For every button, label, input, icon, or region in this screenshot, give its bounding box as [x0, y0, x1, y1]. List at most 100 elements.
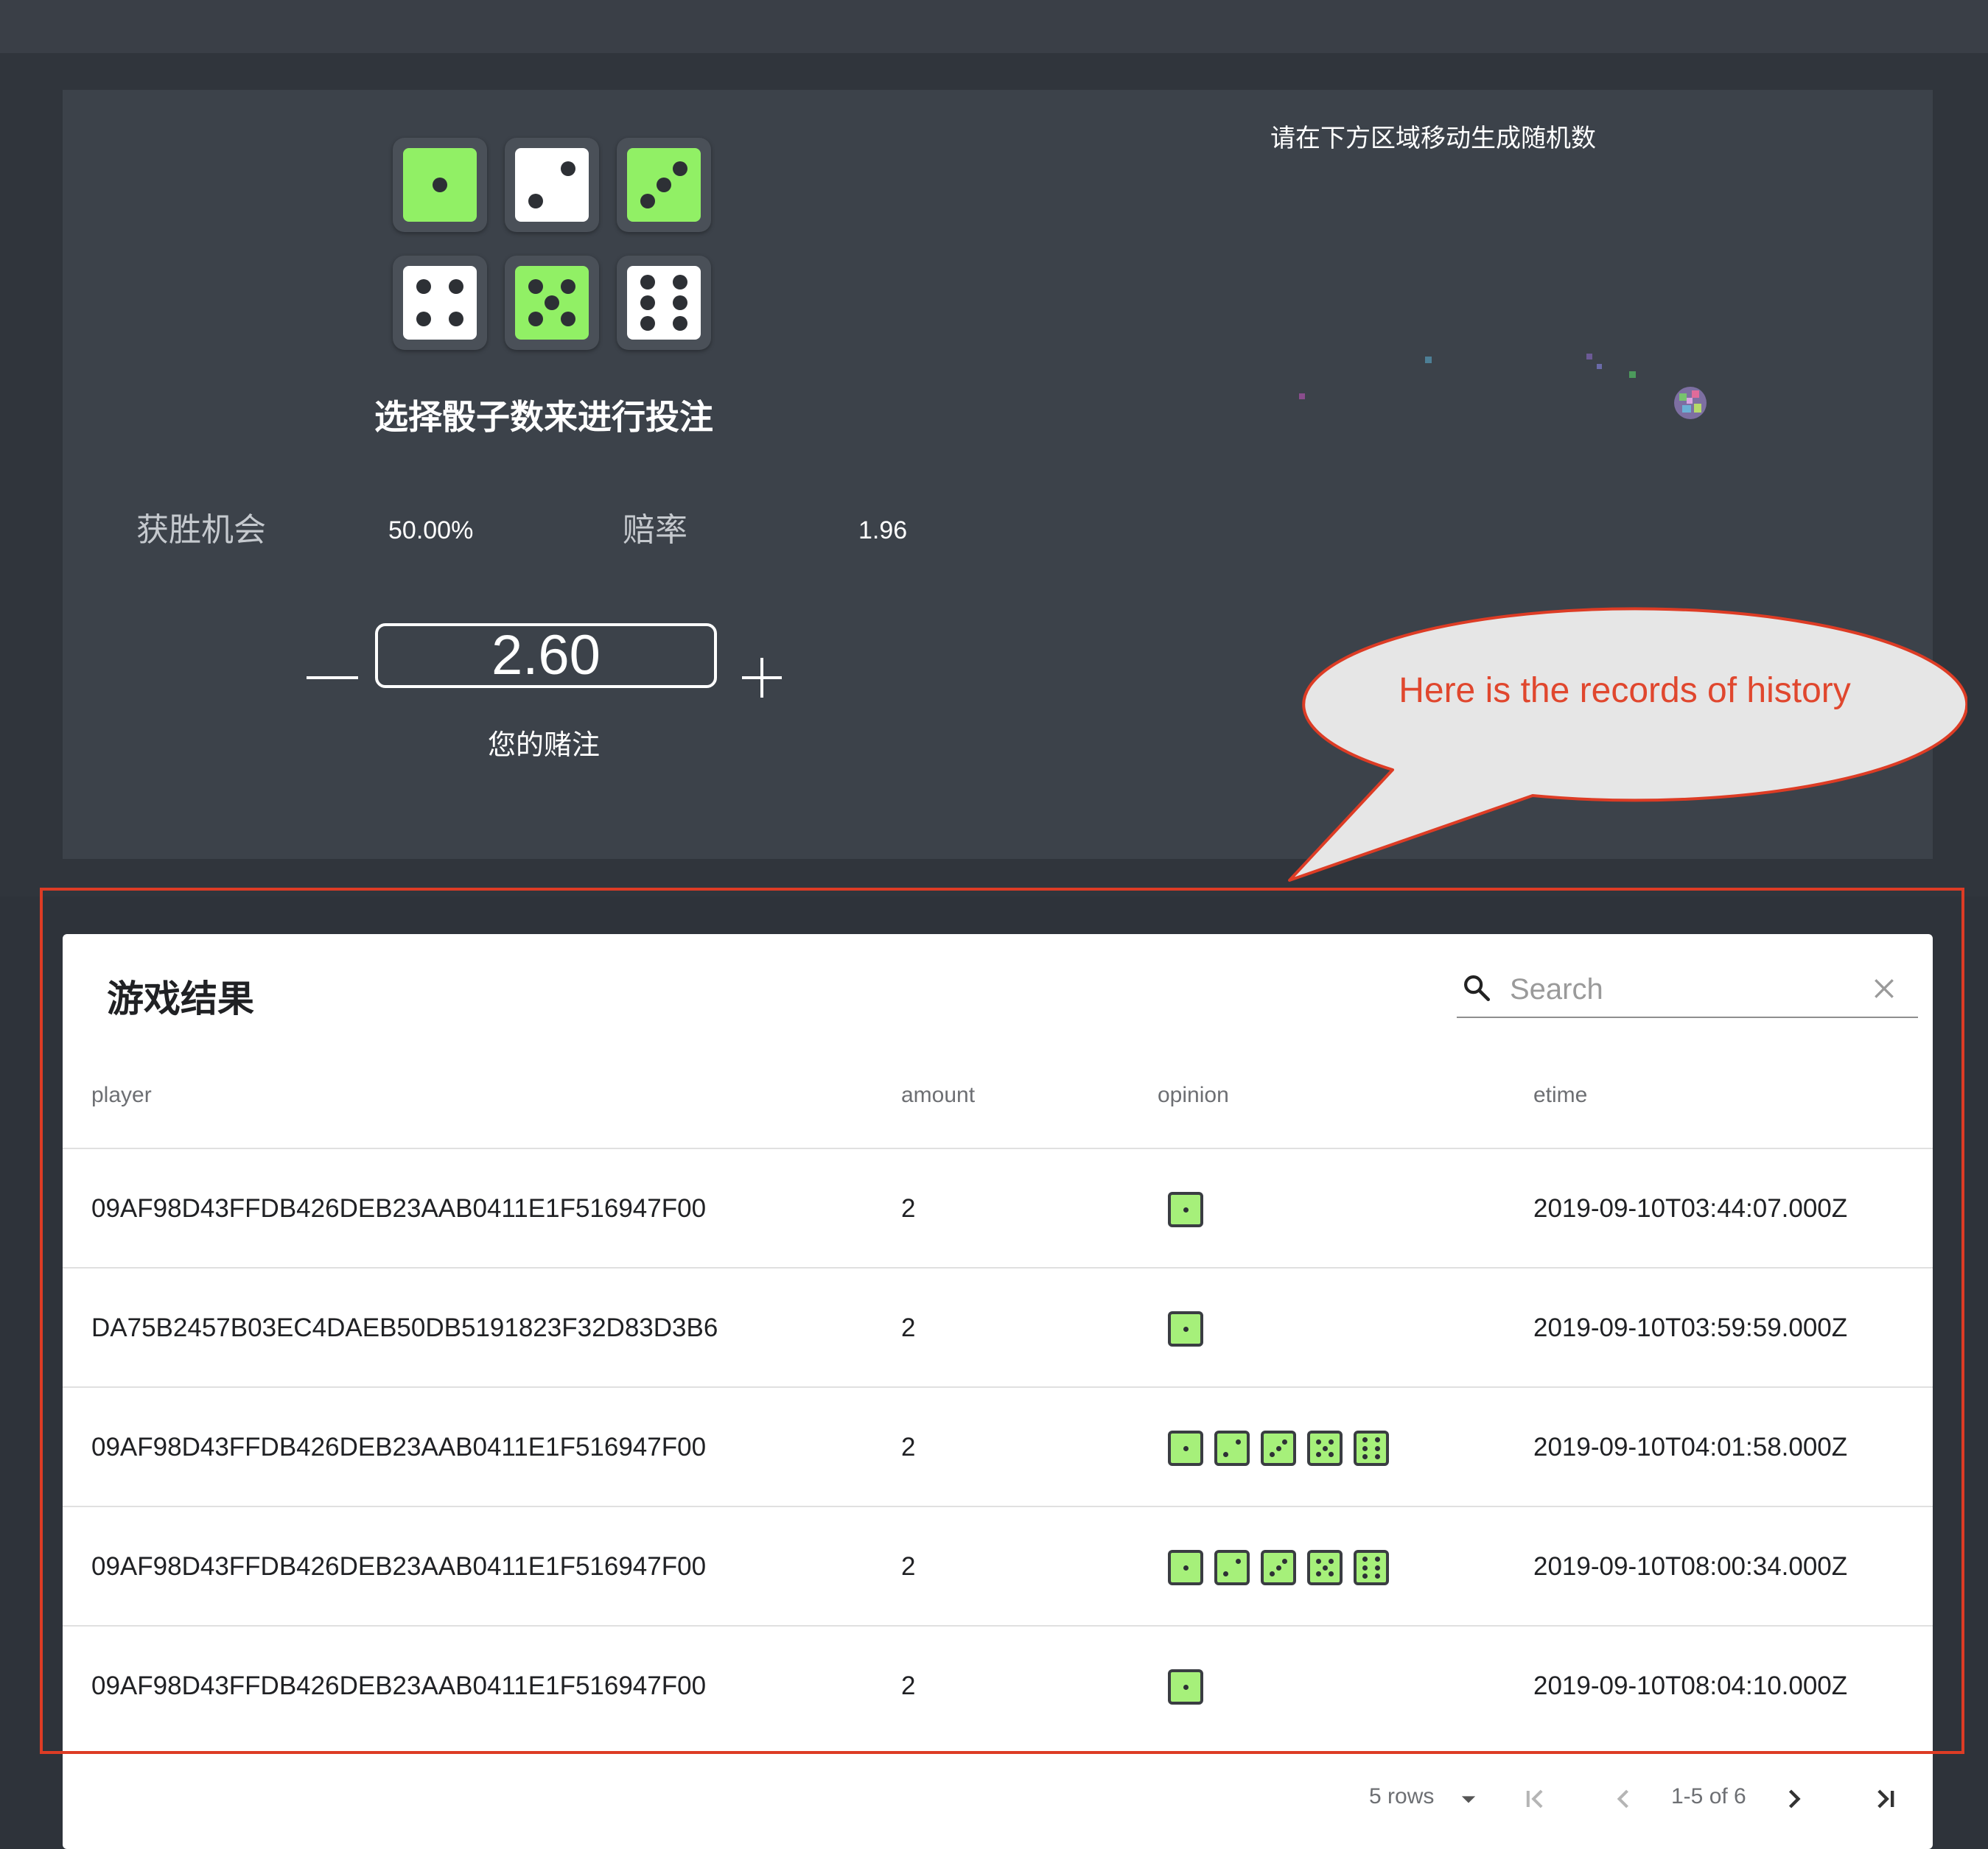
die-pip — [528, 194, 543, 208]
odds-value: 1.96 — [858, 516, 908, 544]
particle — [1425, 357, 1432, 363]
die-face-3-icon — [1261, 1550, 1296, 1585]
game-title: 选择骰子数来进行投注 — [374, 397, 713, 437]
die-pip — [1329, 1571, 1334, 1577]
search-icon[interactable] — [1461, 972, 1492, 1003]
die-pip — [1362, 1573, 1368, 1579]
die-option-5[interactable] — [505, 256, 599, 350]
die-pip — [673, 295, 687, 310]
bet-caption: 您的赌注 — [487, 729, 600, 761]
die-pip — [1362, 1445, 1368, 1451]
search-bar — [1457, 961, 1918, 1018]
die-pip — [673, 316, 687, 331]
die-pip — [1362, 1565, 1368, 1571]
rows-per-page-select[interactable]: 5 rows — [1369, 1784, 1434, 1809]
die-pip — [416, 279, 431, 294]
bet-increase-button[interactable] — [733, 647, 792, 706]
dropdown-arrow-icon[interactable] — [1452, 1783, 1485, 1815]
player-cell: 09AF98D43FFDB426DEB23AAB0411E1F516947F00 — [91, 1194, 707, 1223]
die-pip — [1362, 1437, 1368, 1443]
entropy-cursor — [1674, 387, 1707, 419]
die-pip — [1275, 1565, 1281, 1571]
first-page-icon[interactable] — [1519, 1783, 1551, 1815]
table-row[interactable]: 09AF98D43FFDB426DEB23AAB0411E1F516947F00… — [63, 1506, 1933, 1627]
die-pip — [561, 279, 575, 294]
results-card: 游戏结果 player amount opinion etime 09AF98D… — [63, 934, 1933, 1849]
search-input[interactable] — [1508, 966, 1850, 1012]
die-pip — [1329, 1558, 1334, 1564]
die-face-1-icon — [1168, 1192, 1203, 1227]
column-header-etime[interactable]: etime — [1533, 1083, 1587, 1108]
die-face-1-icon — [1168, 1311, 1203, 1347]
table-row[interactable]: 09AF98D43FFDB426DEB23AAB0411E1F516947F00… — [63, 1148, 1933, 1269]
die-option-4[interactable] — [393, 256, 487, 350]
die-pip — [673, 161, 687, 176]
die-pip — [657, 178, 671, 192]
die-pip — [416, 312, 431, 326]
die-pip — [1322, 1565, 1328, 1571]
die-pip — [545, 295, 559, 310]
page-range: 1-5 of 6 — [1671, 1784, 1746, 1808]
die-option-3[interactable] — [617, 138, 711, 232]
die-pip — [1183, 1445, 1189, 1451]
last-page-icon[interactable] — [1869, 1783, 1902, 1815]
die-face-1-icon — [1168, 1550, 1203, 1585]
pagination: 5 rows 1-5 of 6 — [63, 1753, 1933, 1849]
die-pip — [449, 279, 463, 294]
die-pip — [1275, 1445, 1281, 1451]
die-pip — [1375, 1573, 1381, 1579]
die-pip — [1375, 1565, 1381, 1571]
column-header-amount[interactable]: amount — [901, 1083, 975, 1108]
column-header-player[interactable]: player — [91, 1083, 152, 1108]
etime-cell: 2019-09-10T08:00:34.000Z — [1533, 1552, 1848, 1581]
table-row[interactable]: 09AF98D43FFDB426DEB23AAB0411E1F516947F00… — [63, 1625, 1933, 1746]
die-option-6[interactable] — [617, 256, 711, 350]
next-page-icon[interactable] — [1778, 1783, 1810, 1815]
die-pip — [640, 295, 655, 310]
die-pip — [1329, 1439, 1334, 1445]
die-option-1[interactable] — [393, 138, 487, 232]
player-cell: 09AF98D43FFDB426DEB23AAB0411E1F516947F00 — [91, 1433, 707, 1462]
table-row[interactable]: DA75B2457B03EC4DAEB50DB5191823F32D83D3B6… — [63, 1267, 1933, 1388]
die-option-2[interactable] — [505, 138, 599, 232]
die-pip — [1375, 1445, 1381, 1451]
amount-cell: 2 — [901, 1194, 916, 1223]
die-pip — [640, 275, 655, 290]
die-pip — [673, 275, 687, 290]
die-face-5-icon — [1307, 1431, 1343, 1466]
particle — [1629, 371, 1636, 378]
die-pip — [449, 312, 463, 326]
die-pip — [1222, 1571, 1228, 1577]
particle — [1586, 354, 1592, 359]
etime-cell: 2019-09-10T04:01:58.000Z — [1533, 1433, 1848, 1462]
die-face-1-icon — [1168, 1669, 1203, 1705]
die-pip — [561, 312, 575, 326]
die-pip — [1183, 1326, 1189, 1332]
clear-search-icon[interactable] — [1869, 974, 1899, 1003]
bet-amount-input[interactable]: 2.60 — [375, 623, 717, 688]
rng-hint: 请在下方区域移动生成随机数 — [1270, 124, 1596, 153]
die-face-6-icon — [627, 266, 701, 340]
bet-decrease-button[interactable] — [304, 648, 363, 707]
die-face-1-icon — [1168, 1431, 1203, 1466]
die-pip — [1362, 1557, 1368, 1562]
die-face-6-icon — [1354, 1550, 1389, 1585]
die-pip — [1183, 1207, 1189, 1213]
die-face-3-icon — [627, 148, 701, 222]
table-row[interactable]: 09AF98D43FFDB426DEB23AAB0411E1F516947F00… — [63, 1386, 1933, 1507]
die-pip — [1183, 1565, 1189, 1571]
amount-cell: 2 — [901, 1671, 916, 1700]
die-face-5-icon — [515, 266, 589, 340]
die-pip — [1375, 1453, 1381, 1459]
win-chance-value: 50.00% — [388, 516, 474, 544]
etime-cell: 2019-09-10T03:44:07.000Z — [1533, 1194, 1848, 1223]
etime-cell: 2019-09-10T08:04:10.000Z — [1533, 1671, 1848, 1700]
die-pip — [1269, 1452, 1275, 1458]
die-pip — [1315, 1439, 1321, 1445]
die-pip — [528, 279, 543, 294]
previous-page-icon[interactable] — [1607, 1783, 1639, 1815]
column-header-opinion[interactable]: opinion — [1158, 1083, 1229, 1108]
particle — [1597, 364, 1602, 369]
amount-cell: 2 — [901, 1433, 916, 1462]
die-pip — [1282, 1558, 1288, 1564]
